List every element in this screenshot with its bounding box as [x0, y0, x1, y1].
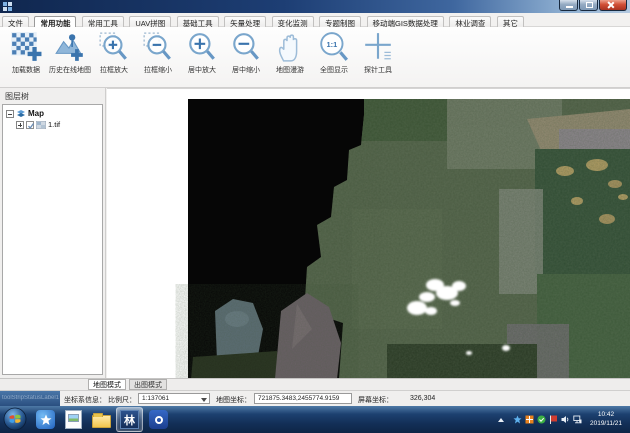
maximize-button[interactable]: [579, 0, 598, 11]
map-pan-button[interactable]: 地图漫游: [268, 29, 312, 87]
pan-hand-icon: [274, 31, 306, 63]
box-zoom-out-button[interactable]: 拉框缩小: [136, 29, 180, 87]
layer-tree: Map 1.tif: [2, 104, 103, 375]
layer-panel: 图层树 Map: [0, 88, 106, 378]
tray-network-icon[interactable]: [573, 415, 582, 424]
map-layers-icon: [16, 109, 26, 118]
taskbar-app-forest-gis[interactable]: 林: [116, 407, 143, 432]
tray-speaker-icon[interactable]: [561, 415, 570, 424]
box-zoom-in-button[interactable]: 拉框放大: [92, 29, 136, 87]
clock-time: 10:42: [585, 410, 627, 419]
tool-label: 探针工具: [364, 65, 392, 75]
tool-label: 加载数据: [12, 65, 40, 75]
screen-coordinate-value: 326,304: [410, 395, 435, 402]
tray-expand-icon[interactable]: [498, 418, 504, 422]
box-zoom-in-icon: [98, 31, 130, 63]
history-online-map-button[interactable]: 历史在线地图: [48, 29, 92, 87]
probe-tool-button[interactable]: 探针工具: [356, 29, 400, 87]
taskbar-clock[interactable]: 10:42 2019/11/21: [585, 410, 627, 428]
tray-flag-icon[interactable]: [549, 415, 558, 424]
raster-layer-icon: [36, 121, 46, 129]
ribbon-tab-bar: 文件 常用功能 常用工具 UAV拼图 基础工具 矢量处理 变化监测 专题制图 移…: [0, 13, 630, 27]
center-zoom-out-icon: [230, 31, 262, 63]
full-extent-button[interactable]: 1:1 全图显示: [312, 29, 356, 87]
history-online-map-icon: [54, 31, 86, 63]
center-zoom-in-icon: [186, 31, 218, 63]
clock-date: 2019/11/21: [585, 419, 627, 428]
start-button[interactable]: [3, 407, 27, 431]
tree-node-map[interactable]: Map: [6, 108, 102, 119]
tray-green-icon[interactable]: [537, 415, 546, 424]
load-data-icon: [10, 31, 42, 63]
tree-node-layer[interactable]: 1.tif: [6, 119, 102, 130]
status-strip-label-area: toolStripStatusLabel1: [0, 391, 60, 406]
tool-label: 居中缩小: [232, 65, 260, 75]
status-bar: toolStripStatusLabel1 坐标系信息： 比例尺： 1:1370…: [0, 390, 630, 406]
box-zoom-out-icon: [142, 31, 174, 63]
load-data-button[interactable]: 加载数据: [4, 29, 48, 87]
tool-label: 居中放大: [188, 65, 216, 75]
layer-visibility-checkbox[interactable]: [26, 121, 34, 129]
one-to-one-badge: 1:1: [326, 40, 337, 49]
map-coordinate-value: 721875.3483,2455774.9159: [258, 395, 339, 402]
app-icon: [3, 2, 12, 11]
detached-imagery-patches: [191, 293, 343, 379]
system-tray: [498, 415, 582, 424]
taskbar-app-file-explorer[interactable]: [88, 407, 115, 432]
check-icon: [27, 122, 35, 130]
tray-star-icon[interactable]: [513, 415, 522, 424]
forest-gis-icon: 林: [120, 410, 139, 429]
tool-label: 历史在线地图: [49, 65, 91, 75]
tool-label: 拉框缩小: [144, 65, 172, 75]
faint-status-label: toolStripStatusLabel1: [0, 391, 60, 401]
layer-node-label: 1.tif: [48, 120, 60, 129]
close-button[interactable]: [599, 0, 627, 11]
layer-panel-title: 图层树: [0, 88, 105, 102]
scale-value: 1:137061: [142, 395, 169, 402]
windows-taskbar: 林: [0, 406, 630, 433]
expand-expander-icon[interactable]: [16, 121, 24, 129]
folder-icon: [92, 415, 111, 428]
scale-label: 比例尺：: [108, 395, 136, 405]
ribbon-toolbar: 加载数据 历史在线地图 拉框放大: [0, 27, 630, 88]
tool-label: 全图显示: [320, 65, 348, 75]
taskbar-app-o[interactable]: [145, 407, 172, 432]
center-zoom-out-button[interactable]: 居中缩小: [224, 29, 268, 87]
satellite-raster-image[interactable]: [107, 89, 630, 379]
map-coordinate-field[interactable]: 721875.3483,2455774.9159: [254, 393, 352, 404]
star-messenger-icon: [36, 410, 55, 429]
o-app-icon: [149, 410, 168, 429]
tool-label: 地图漫游: [276, 65, 304, 75]
application-window: 文件 常用功能 常用工具 UAV拼图 基础工具 矢量处理 变化监测 专题制图 移…: [0, 0, 630, 433]
tray-grid-icon[interactable]: [525, 415, 534, 424]
probe-tool-icon: [362, 31, 394, 63]
taskbar-app-star-messenger[interactable]: [32, 407, 59, 432]
scale-combo[interactable]: 1:137061: [138, 393, 210, 404]
view-mode-tab-bar: 地图模式 出图模式: [0, 378, 630, 390]
chevron-down-icon: [201, 398, 207, 402]
map-mode-tab[interactable]: 地图模式: [88, 379, 126, 390]
collapse-expander-icon[interactable]: [6, 110, 14, 118]
image-viewer-icon: [65, 410, 82, 429]
coordinate-system-label: 坐标系信息：: [64, 395, 106, 405]
map-canvas[interactable]: [107, 88, 630, 378]
screen-coordinate-label: 屏幕坐标：: [358, 395, 393, 405]
map-coordinate-label: 地图坐标：: [216, 395, 251, 405]
layout-mode-tab[interactable]: 出图模式: [129, 379, 167, 390]
tool-label: 拉框放大: [100, 65, 128, 75]
center-zoom-in-button[interactable]: 居中放大: [180, 29, 224, 87]
taskbar-app-image-viewer[interactable]: [60, 407, 87, 432]
full-extent-icon: 1:1: [318, 31, 350, 63]
title-bar: [0, 0, 630, 13]
minimize-button[interactable]: [559, 0, 578, 11]
map-node-label: Map: [28, 109, 44, 118]
